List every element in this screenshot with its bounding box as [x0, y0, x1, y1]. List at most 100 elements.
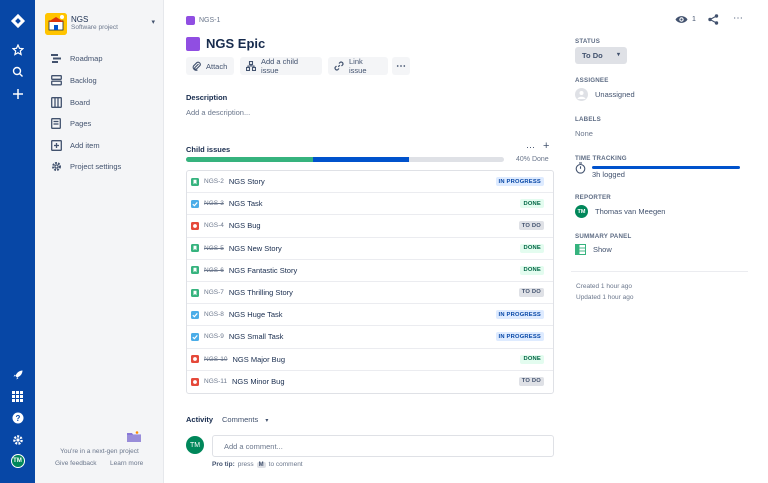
child-issue-summary[interactable]: NGS Bug: [229, 221, 261, 230]
description-placeholder[interactable]: Add a description...: [186, 108, 250, 117]
child-issue-row[interactable]: NGS-3 NGS Task DONE: [187, 193, 553, 216]
child-issue-row[interactable]: NGS-4 NGS Bug TO DO: [187, 215, 553, 238]
story-icon: [191, 244, 199, 253]
summary-panel-toggle[interactable]: Show: [575, 244, 612, 255]
learn-more-link[interactable]: Learn more: [110, 460, 143, 467]
pro-tip-rest: to comment: [268, 461, 303, 468]
more-icon[interactable]: ⋯: [733, 13, 743, 24]
child-issue-key[interactable]: NGS-6: [204, 267, 224, 274]
more-actions-button[interactable]: ⋯: [392, 57, 410, 75]
child-issue-row[interactable]: NGS-7 NGS Thrilling Story TO DO: [187, 282, 553, 305]
status-lozenge[interactable]: DONE: [520, 243, 544, 253]
progress-done-segment: [186, 157, 314, 162]
status-lozenge[interactable]: TO DO: [518, 376, 544, 386]
child-issue-summary[interactable]: NGS Major Bug: [232, 355, 285, 364]
child-issue-summary[interactable]: NGS Minor Bug: [232, 377, 285, 386]
issue-title[interactable]: NGS Epic: [186, 36, 265, 51]
app-switcher-icon[interactable]: [9, 388, 26, 405]
child-issue-key[interactable]: NGS-8: [204, 311, 224, 318]
settings-gear-icon[interactable]: [9, 431, 26, 448]
labels-label: LABELS: [575, 116, 601, 123]
watch-button[interactable]: 1: [675, 15, 696, 24]
child-issue-row[interactable]: NGS-10 NGS Major Bug DONE: [187, 349, 553, 371]
status-lozenge[interactable]: IN PROGRESS: [495, 177, 544, 186]
roadmap-icon: [50, 52, 62, 64]
activity-label: Activity: [186, 415, 214, 424]
search-icon[interactable]: [9, 63, 26, 80]
spreadsheet-icon: [575, 244, 586, 255]
pages-icon: [50, 117, 62, 129]
sidebar-item-pages[interactable]: Pages: [50, 115, 91, 131]
pro-tip: Pro tip: press M to comment: [212, 461, 303, 468]
status-lozenge[interactable]: IN PROGRESS: [495, 332, 544, 342]
star-icon[interactable]: [9, 41, 26, 58]
backlog-icon: [50, 74, 62, 86]
assignee-value: Unassigned: [595, 90, 635, 99]
bug-icon: [191, 377, 199, 386]
child-issue-key[interactable]: NGS-3: [204, 200, 224, 207]
created-timestamp: Created 1 hour ago: [576, 283, 633, 290]
child-issues-more-icon[interactable]: ⋯: [526, 142, 535, 153]
child-issue-key[interactable]: NGS-7: [204, 289, 224, 296]
child-issue-key[interactable]: NGS-9: [204, 333, 224, 340]
child-issue-key[interactable]: NGS-2: [204, 178, 224, 185]
sidebar-item-roadmap[interactable]: Roadmap: [50, 50, 103, 66]
comment-input[interactable]: Add a comment...: [212, 435, 554, 457]
child-issue-key[interactable]: NGS-4: [204, 222, 224, 229]
child-issue-summary[interactable]: NGS New Story: [229, 244, 282, 253]
sidebar-item-backlog[interactable]: Backlog: [50, 72, 97, 88]
project-type: Software project: [71, 24, 118, 31]
share-icon[interactable]: [708, 14, 719, 27]
assignee-field[interactable]: Unassigned: [575, 88, 635, 101]
give-feedback-link[interactable]: Give feedback: [55, 460, 97, 467]
child-issue-key[interactable]: NGS-11: [204, 378, 227, 385]
status-lozenge[interactable]: IN PROGRESS: [495, 310, 544, 320]
child-issue-row[interactable]: NGS-11 NGS Minor Bug TO DO: [187, 371, 553, 393]
reporter-value: Thomas van Meegen: [595, 207, 666, 216]
status-dropdown[interactable]: To Do ▾: [575, 47, 627, 64]
time-tracking-bar[interactable]: [592, 166, 740, 169]
stopwatch-icon: [575, 162, 586, 176]
link-issue-button[interactable]: Link issue: [328, 57, 388, 75]
status-lozenge[interactable]: DONE: [520, 265, 544, 275]
add-child-issue-button[interactable]: Add a child issue: [240, 57, 322, 75]
assignee-label: ASSIGNEE: [575, 77, 609, 84]
child-issue-row[interactable]: NGS-2 NGS Story IN PROGRESS: [187, 171, 553, 194]
rocket-icon[interactable]: [9, 366, 26, 383]
project-switcher[interactable]: NGS Software project ▾: [45, 12, 155, 36]
child-issue-summary[interactable]: NGS Story: [229, 177, 265, 186]
status-lozenge[interactable]: DONE: [520, 354, 544, 364]
status-lozenge[interactable]: TO DO: [518, 221, 544, 231]
child-issue-summary[interactable]: NGS Fantastic Story: [229, 266, 297, 275]
attach-label: Attach: [206, 61, 228, 71]
child-issue-row[interactable]: NGS-9 NGS Small Task IN PROGRESS: [187, 326, 553, 349]
breadcrumb[interactable]: NGS-1: [186, 16, 220, 25]
sidebar-item-board[interactable]: Board: [50, 94, 90, 110]
more-icon: ⋯: [396, 60, 406, 72]
status-lozenge[interactable]: DONE: [520, 199, 544, 209]
child-issue-row[interactable]: NGS-5 NGS New Story DONE: [187, 238, 553, 260]
child-issue-key[interactable]: NGS-5: [204, 245, 224, 252]
create-plus-icon[interactable]: [9, 85, 26, 102]
status-lozenge[interactable]: TO DO: [518, 287, 544, 297]
labels-value[interactable]: None: [575, 129, 593, 138]
child-issue-summary[interactable]: NGS Huge Task: [229, 310, 283, 319]
add-child-plus-icon[interactable]: +: [543, 140, 549, 152]
child-issue-row[interactable]: NGS-8 NGS Huge Task IN PROGRESS: [187, 304, 553, 327]
issue-summary[interactable]: NGS Epic: [206, 36, 265, 51]
child-issue-summary[interactable]: NGS Small Task: [229, 332, 283, 341]
activity-filter-dropdown[interactable]: Comments ▾: [222, 415, 268, 424]
bug-icon: [191, 355, 199, 364]
help-icon[interactable]: ?: [9, 409, 26, 426]
profile-avatar[interactable]: TM: [9, 452, 26, 469]
child-issue-summary[interactable]: NGS Thrilling Story: [229, 288, 293, 297]
sidebar-item-project-settings[interactable]: Project settings: [50, 158, 121, 174]
jira-logo-icon[interactable]: [9, 12, 26, 29]
reporter-field[interactable]: TM Thomas van Meegen: [575, 205, 665, 218]
sidebar-item-add-item[interactable]: Add item: [50, 137, 100, 153]
breadcrumb-issue-key[interactable]: NGS-1: [199, 17, 220, 24]
attach-button[interactable]: Attach: [186, 57, 234, 75]
child-issue-key[interactable]: NGS-10: [204, 356, 227, 363]
child-issue-summary[interactable]: NGS Task: [229, 199, 263, 208]
child-issue-row[interactable]: NGS-6 NGS Fantastic Story DONE: [187, 260, 553, 282]
